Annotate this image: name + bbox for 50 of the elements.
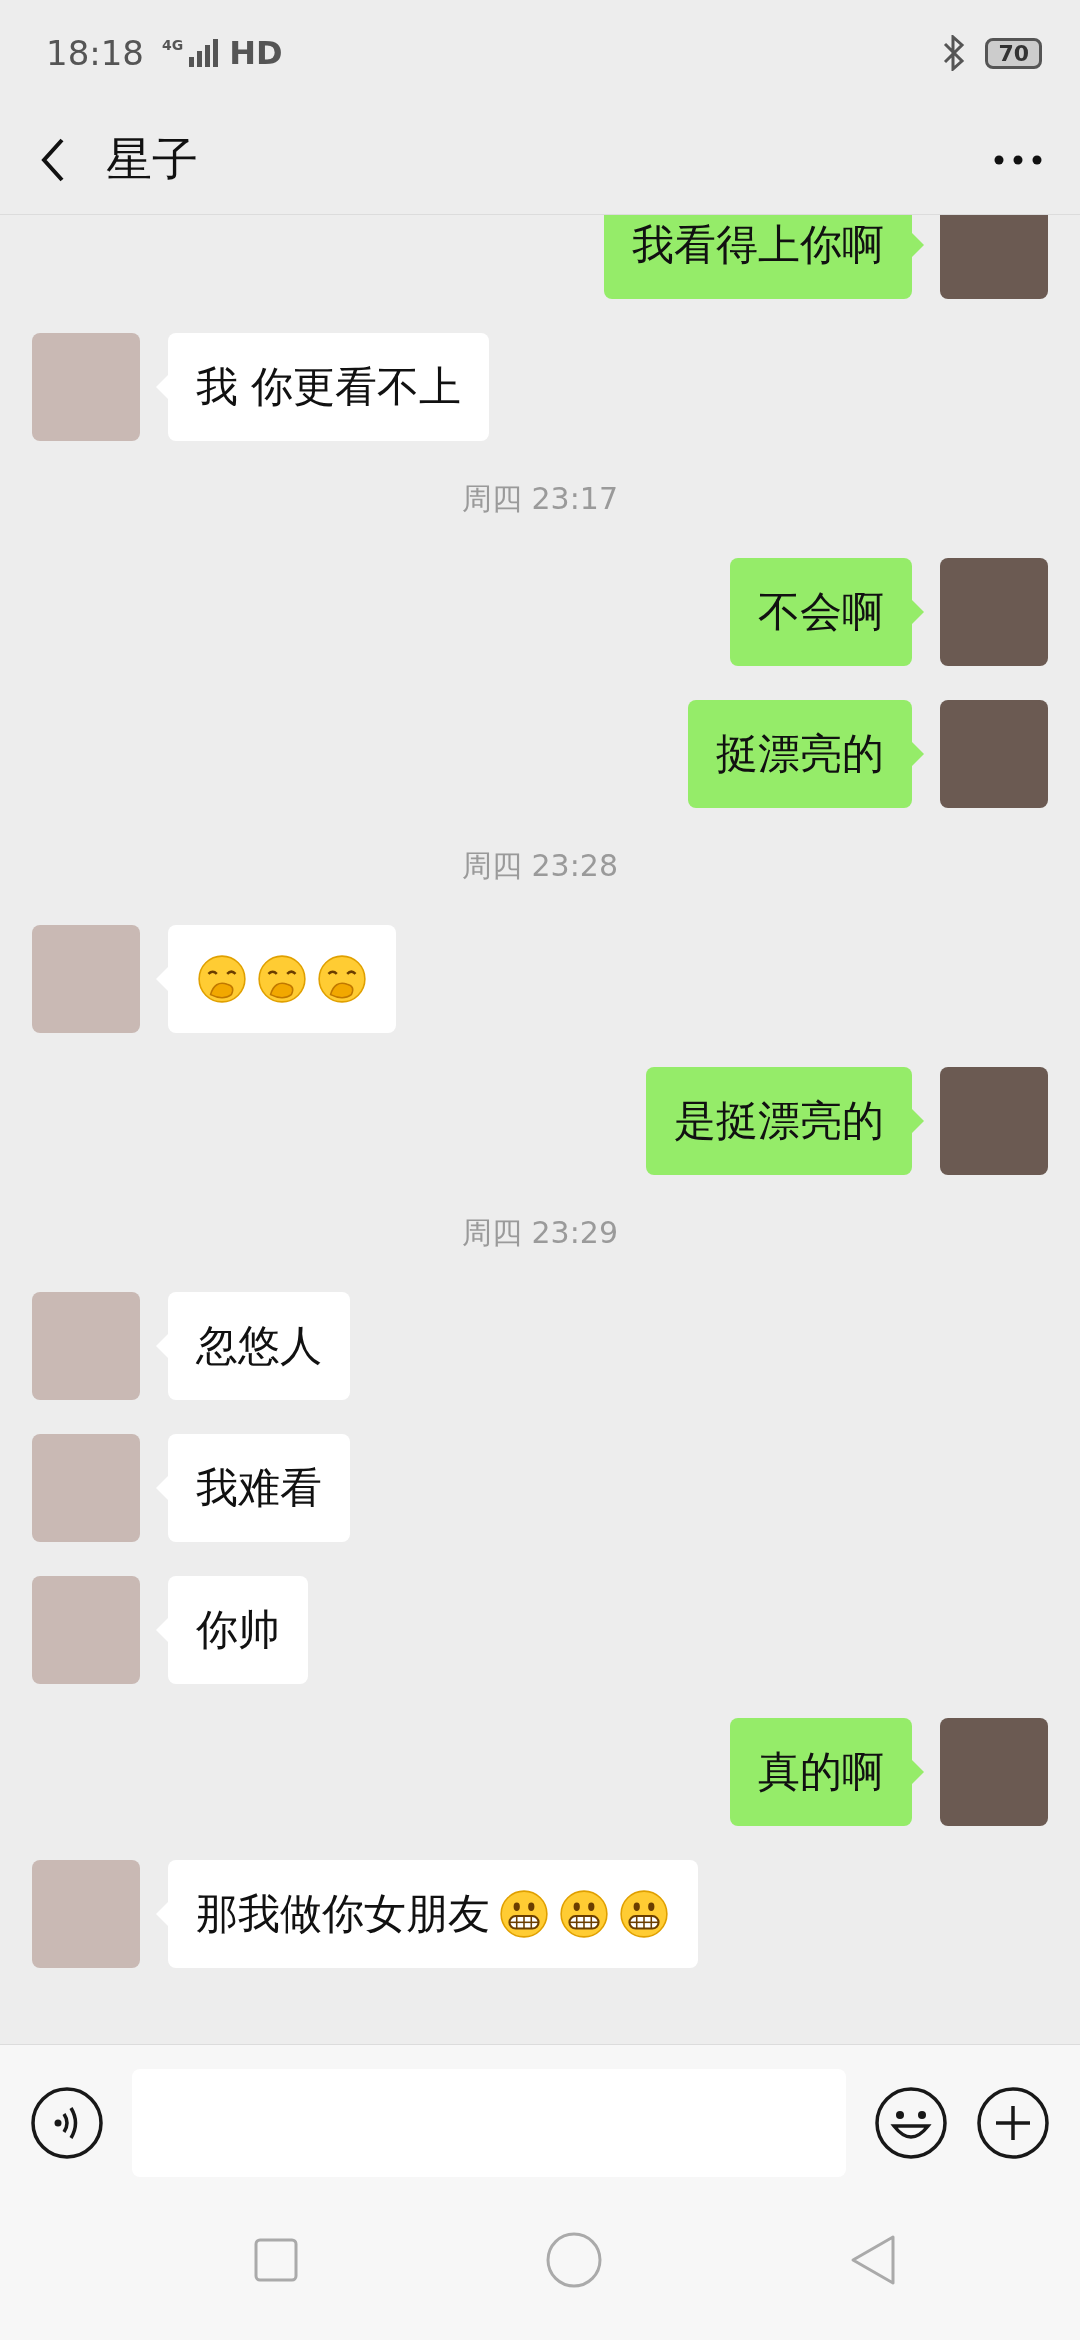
- status-time: 18:18: [46, 33, 144, 73]
- message-bubble: 忽悠人: [168, 1292, 350, 1400]
- avatar-photo-placeholder[interactable]: [32, 1576, 140, 1684]
- emoji-icon[interactable]: [874, 2085, 948, 2160]
- message-bubble: 是挺漂亮的: [646, 1067, 912, 1175]
- bluetooth-icon: [943, 35, 966, 71]
- message-bubble: 我难看: [168, 1434, 350, 1542]
- emoji-grimace-icon: [498, 1888, 550, 1940]
- message-time: 周四 23:28: [462, 847, 618, 885]
- voice-icon[interactable]: [30, 2085, 104, 2160]
- avatar-photo-placeholder[interactable]: [32, 333, 140, 441]
- message-bubble: 不会啊: [730, 558, 912, 666]
- message-bubble: 挺漂亮的: [688, 700, 912, 808]
- message-bubble: 那我做你女朋友: [168, 1860, 698, 1968]
- message-time: 周四 23:29: [462, 1214, 618, 1252]
- avatar-photo-placeholder[interactable]: [32, 1434, 140, 1542]
- chat-title: 星子: [106, 131, 198, 188]
- emoji-face-with-hand-icon: [256, 953, 308, 1005]
- avatar-photo-placeholder[interactable]: [940, 215, 1048, 299]
- avatar-photo-placeholder[interactable]: [940, 1718, 1048, 1826]
- signal-icon: [189, 39, 220, 67]
- avatar-photo-placeholder[interactable]: [940, 700, 1048, 808]
- network-label: 4G: [162, 37, 184, 53]
- emoji-face-with-hand-icon: [196, 953, 248, 1005]
- hd-label: HD: [229, 34, 283, 72]
- emoji-face-with-hand-icon: [316, 953, 368, 1005]
- bubble-tail-icon: [912, 1760, 924, 1784]
- bubble-tail-icon: [912, 600, 924, 624]
- bubble-tail-icon: [912, 1109, 924, 1133]
- recents-icon[interactable]: [254, 2238, 298, 2282]
- message-bubble: 我 你更看不上: [168, 333, 490, 441]
- back-icon[interactable]: [40, 137, 66, 183]
- message-bubble: 你帅: [168, 1576, 308, 1684]
- bubble-tail-icon: [912, 742, 924, 766]
- back-nav-icon[interactable]: [850, 2234, 896, 2286]
- avatar-photo-placeholder[interactable]: [940, 1067, 1048, 1175]
- avatar-photo-placeholder[interactable]: [940, 558, 1048, 666]
- emoji-grimace-icon: [558, 1888, 610, 1940]
- avatar-photo-placeholder[interactable]: [32, 925, 140, 1033]
- add-icon[interactable]: [976, 2085, 1050, 2160]
- avatar-photo-placeholder[interactable]: [32, 1292, 140, 1400]
- bubble-tail-icon: [912, 233, 924, 257]
- message-bubble: 真的啊: [730, 1718, 912, 1826]
- message-bubble: 我看得上你啊: [604, 215, 912, 299]
- battery-indicator: 70: [985, 37, 1042, 69]
- home-icon[interactable]: [546, 2232, 602, 2288]
- message-time: 周四 23:17: [462, 480, 618, 518]
- emoji-grimace-icon: [618, 1888, 670, 1940]
- avatar-photo-placeholder[interactable]: [32, 1860, 140, 1968]
- more-icon[interactable]: [994, 155, 1042, 165]
